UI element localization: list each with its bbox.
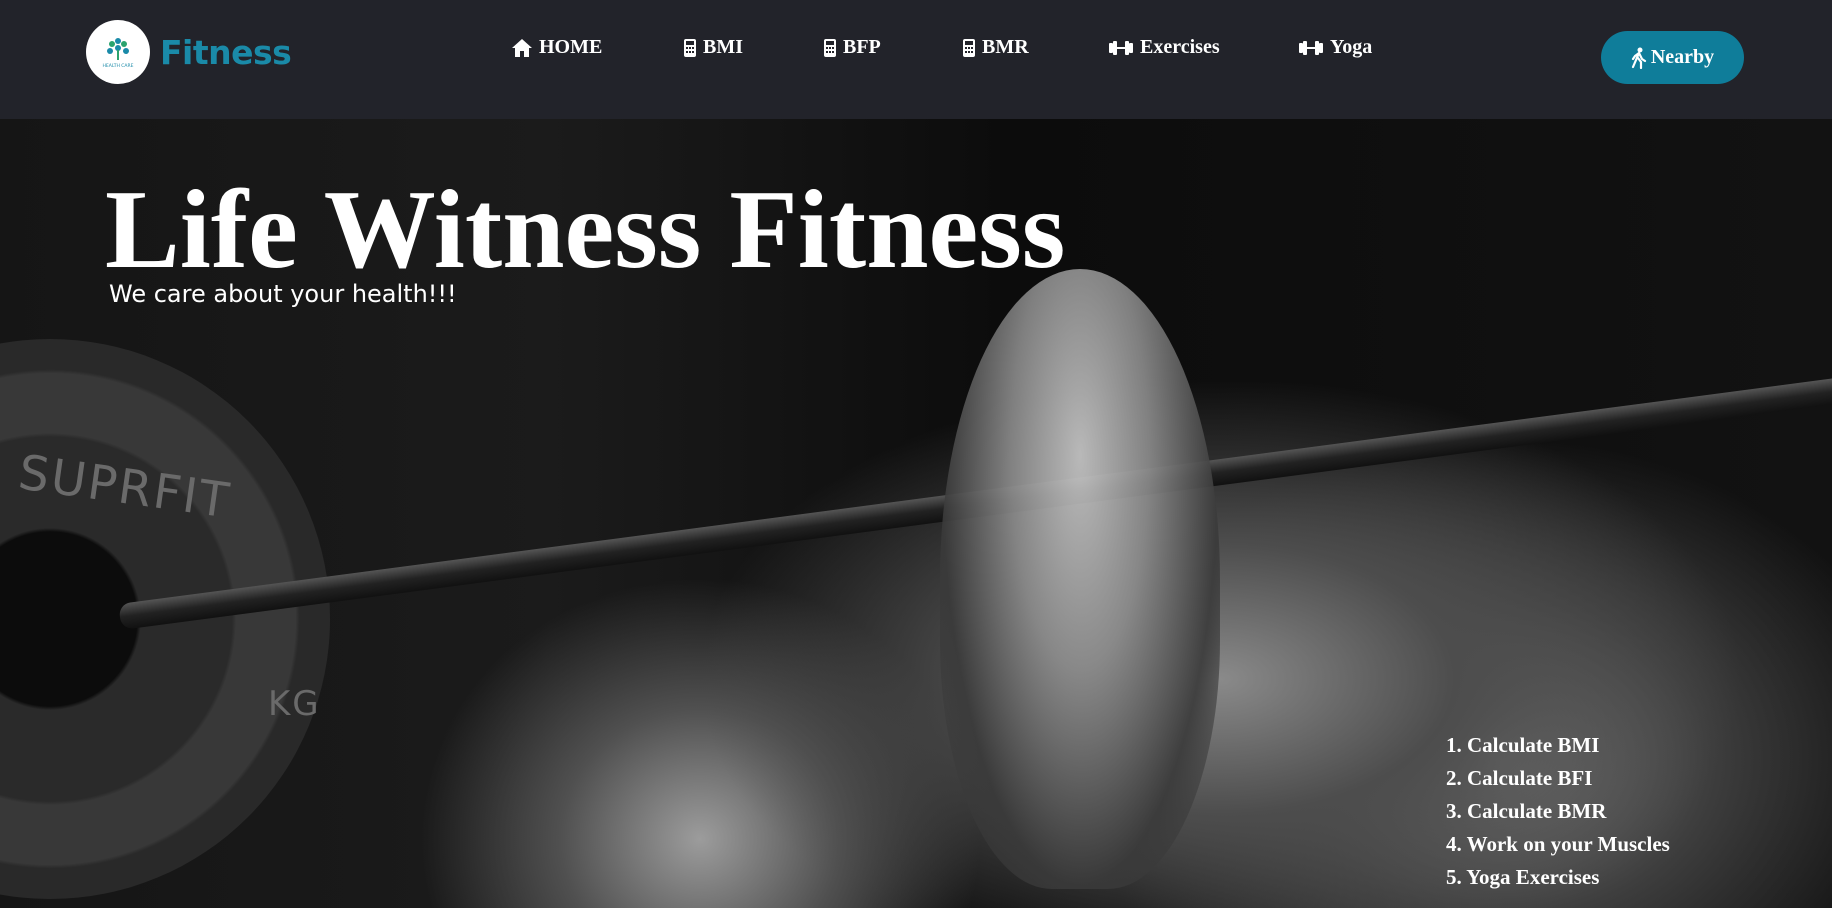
nearby-label: Nearby — [1650, 46, 1715, 68]
home-icon — [512, 38, 532, 57]
walking-icon — [1631, 47, 1646, 69]
nav-home-label: HOME — [539, 36, 603, 58]
nav-bmi[interactable]: BMI — [683, 36, 743, 59]
nav-bfp-label: BFP — [843, 36, 881, 58]
feature-item: 2. Calculate BFI — [1446, 766, 1593, 790]
nav-home[interactable]: HOME — [511, 36, 602, 59]
feature-item: 1. Calculate BMI — [1446, 733, 1600, 757]
nav-bfp[interactable]: BFP — [823, 36, 881, 59]
hero-subtitle: We care about your health!!! — [109, 280, 457, 308]
nav-bmr[interactable]: BMR — [962, 36, 1029, 59]
feature-item: 5. Yoga Exercises — [1446, 865, 1600, 889]
feature-list: 1. Calculate BMI 2. Calculate BFI 3. Cal… — [1446, 729, 1670, 894]
nav-bmi-label: BMI — [703, 36, 743, 58]
hero-section: SUPRFIT KG Life Witness Fitness We care … — [0, 119, 1832, 908]
site-header: HEALTH CARE Fitness HOME BMI BFP BMR Exe… — [0, 0, 1832, 119]
nav-exercises[interactable]: Exercises — [1108, 36, 1220, 59]
nav-yoga-label: Yoga — [1330, 36, 1373, 58]
main-nav: HOME BMI BFP BMR Exercises Yoga — [0, 36, 1832, 66]
nearby-button[interactable]: Nearby — [1601, 31, 1744, 84]
plate-kg-text: KG — [268, 684, 321, 724]
nav-exercises-label: Exercises — [1140, 36, 1220, 58]
calculator-icon — [684, 38, 696, 57]
dumbbell-icon — [1109, 40, 1133, 55]
feature-item: 4. Work on your Muscles — [1446, 832, 1670, 856]
nav-yoga[interactable]: Yoga — [1298, 36, 1372, 59]
feature-item: 3. Calculate BMR — [1446, 799, 1607, 823]
calculator-icon — [824, 38, 836, 57]
hero-title: Life Witness Fitness — [105, 168, 1066, 292]
calculator-icon — [963, 38, 975, 57]
dumbbell-icon — [1299, 40, 1323, 55]
nav-bmr-label: BMR — [982, 36, 1029, 58]
athlete-image — [940, 269, 1220, 889]
